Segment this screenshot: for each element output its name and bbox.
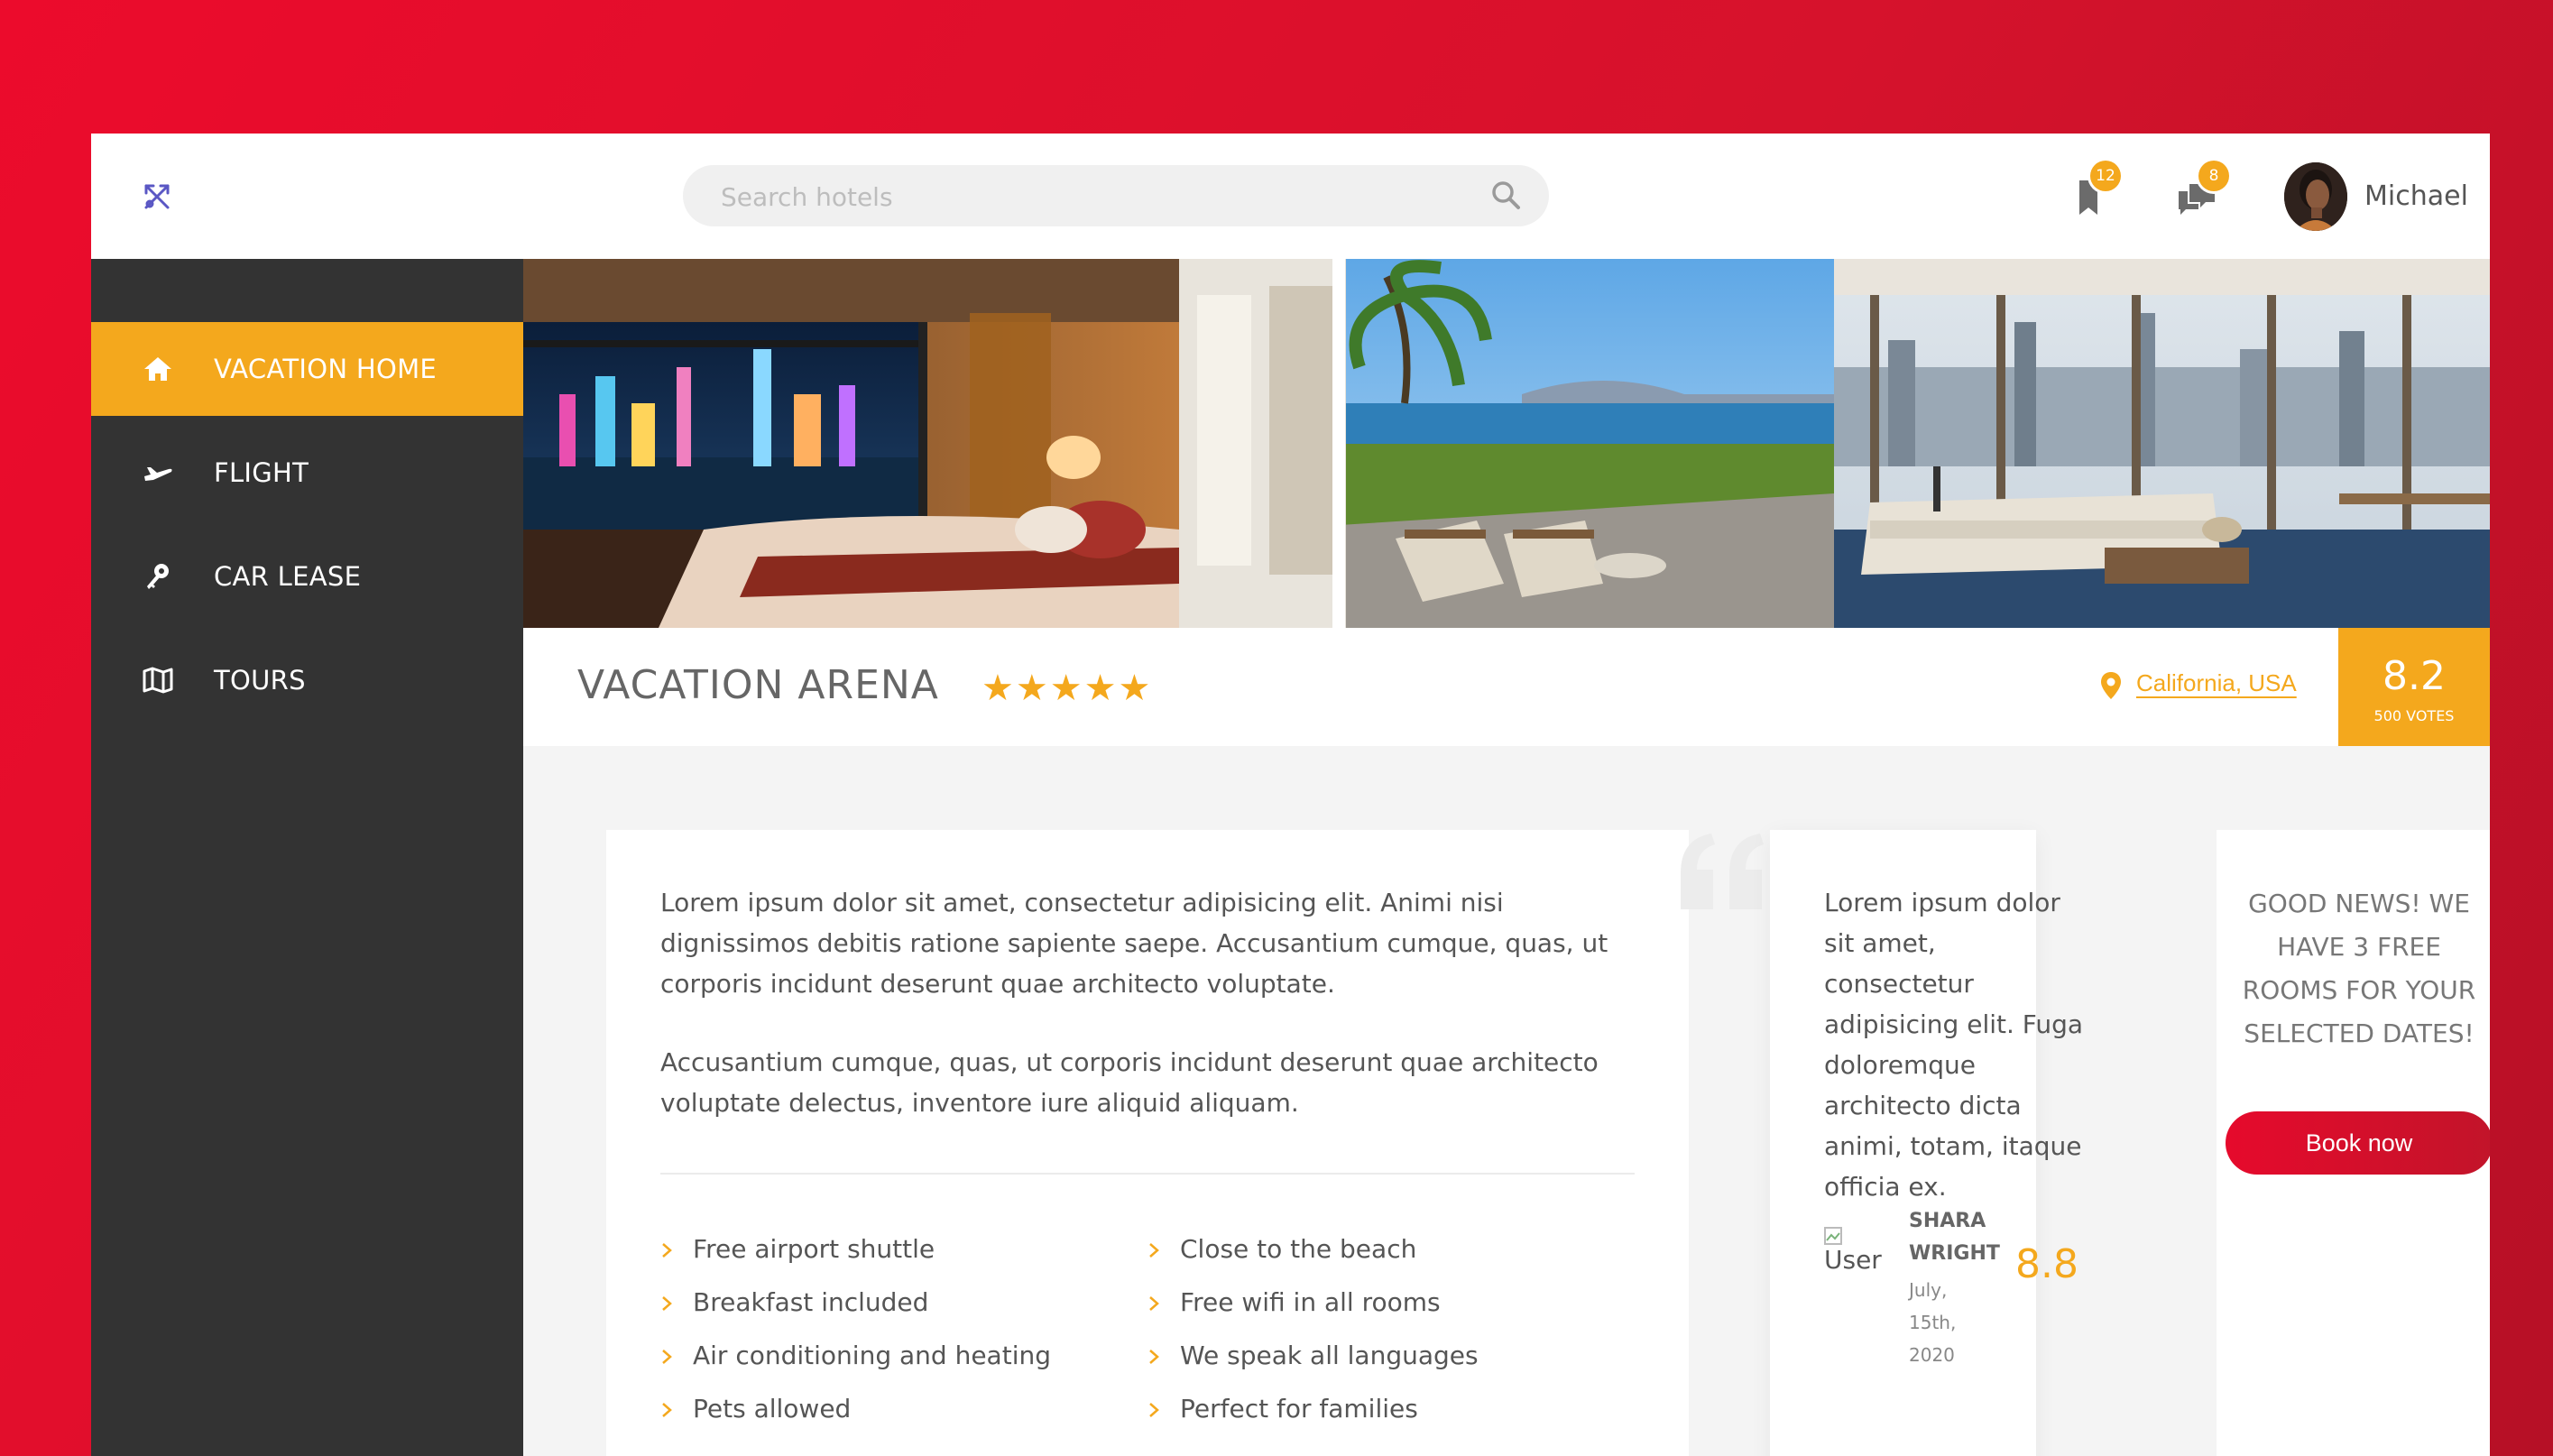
reviewer-image-alt-text: User <box>1824 1245 1882 1275</box>
quote-icon <box>1681 834 1764 909</box>
description-paragraph: Accusantium cumque, quas, ut corporis in… <box>660 1047 1599 1118</box>
sidebar-item-flight[interactable]: FLIGHT <box>91 426 523 520</box>
photo-skyline-suite <box>1834 259 2490 628</box>
sidebar-item-vacation-home[interactable]: VACATION HOME <box>91 322 523 416</box>
vote-count: 500 VOTES <box>2373 707 2455 724</box>
top-bar: 12 8 Michael <box>91 134 2490 259</box>
search-bar <box>683 165 1549 226</box>
location-text[interactable]: California, USA <box>2136 669 2297 697</box>
sidebar: VACATION HOME FLIGHT CAR LEASE TOURS <box>91 259 523 1456</box>
avatar-portrait <box>2284 162 2347 231</box>
sidebar-item-label: TOURS <box>214 665 306 696</box>
sidebar-item-car-lease[interactable]: CAR LEASE <box>91 530 523 623</box>
photo-beach-terrace <box>1179 259 1834 628</box>
star-rating: ★★★★★ <box>982 668 1153 709</box>
hotel-title-bar: VACATION ARENA ★★★★★ California, USA 8.2… <box>523 628 2490 746</box>
description-paragraph: Lorem ipsum dolor sit amet, consectetur … <box>660 888 1608 999</box>
home-icon <box>144 357 171 381</box>
gallery-photo-city-bedroom[interactable] <box>523 259 1179 628</box>
key-icon <box>147 564 169 589</box>
sidebar-item-label: VACATION HOME <box>214 354 438 384</box>
plane-icon <box>144 467 172 481</box>
bookmarks-button[interactable]: 12 <box>2063 161 2121 222</box>
messages-badge: 8 <box>2198 161 2229 191</box>
chevron-right-icon <box>662 1350 672 1364</box>
messages-button[interactable]: 8 <box>2171 161 2229 222</box>
divider <box>660 1173 1635 1175</box>
chevron-right-icon <box>662 1296 672 1311</box>
photo-gallery <box>523 259 2490 628</box>
review-card: Lorem ipsum dolor sit amet, consectetur … <box>1770 830 2083 1456</box>
broken-image-icon <box>1824 1227 1842 1245</box>
availability-message: GOOD NEWS! WE HAVE 3 FREE ROOMS FOR YOUR… <box>2242 889 2476 1048</box>
sidebar-item-tours[interactable]: TOURS <box>91 633 523 727</box>
hotel-score-box: 8.2 500 VOTES <box>2338 628 2490 746</box>
app-window: 12 8 Michael VACATION HOME <box>91 134 2490 1456</box>
sidebar-item-label: CAR LEASE <box>214 561 362 592</box>
bookmarks-badge: 12 <box>2090 161 2121 191</box>
gallery-photo-beach-terrace[interactable] <box>1179 259 1834 628</box>
search-icon[interactable] <box>1489 179 1522 211</box>
chevron-right-icon <box>662 1243 672 1258</box>
sidebar-item-label: FLIGHT <box>214 457 309 488</box>
chevron-right-icon <box>662 1403 672 1417</box>
book-now-button[interactable]: Book now <box>2226 1111 2490 1175</box>
chevron-right-icon <box>1149 1350 1159 1364</box>
gallery-photo-skyline-suite[interactable] <box>1834 259 2490 628</box>
location-pin-icon <box>2101 672 2121 699</box>
review-date: July, 15th, 2020 <box>1909 1279 1957 1366</box>
booking-card: GOOD NEWS! WE HAVE 3 FREE ROOMS FOR YOUR… <box>2217 830 2490 1456</box>
map-icon <box>143 667 173 694</box>
hotel-score: 8.2 <box>2382 653 2446 699</box>
review-text: Lorem ipsum dolor sit amet, consectetur … <box>1824 888 2084 1202</box>
user-name[interactable]: Michael <box>2364 180 2468 212</box>
search-input[interactable] <box>719 176 1462 217</box>
user-avatar[interactable] <box>2284 162 2347 231</box>
photo-bedroom-city-view <box>523 259 1179 628</box>
chevron-right-icon <box>1149 1243 1159 1258</box>
hotel-name: VACATION ARENA <box>577 662 939 708</box>
reviewer-avatar-broken-image: User <box>1824 1227 1882 1294</box>
chevron-right-icon <box>1149 1403 1159 1417</box>
chevron-right-icon <box>1149 1296 1159 1311</box>
reviewer-name: SHARA WRIGHT <box>1909 1210 2000 1265</box>
review-score: 8.8 <box>2015 1241 2078 1287</box>
description-card: Lorem ipsum dolor sit amet, consectetur … <box>606 830 1689 1456</box>
logo-icon[interactable] <box>141 180 173 213</box>
